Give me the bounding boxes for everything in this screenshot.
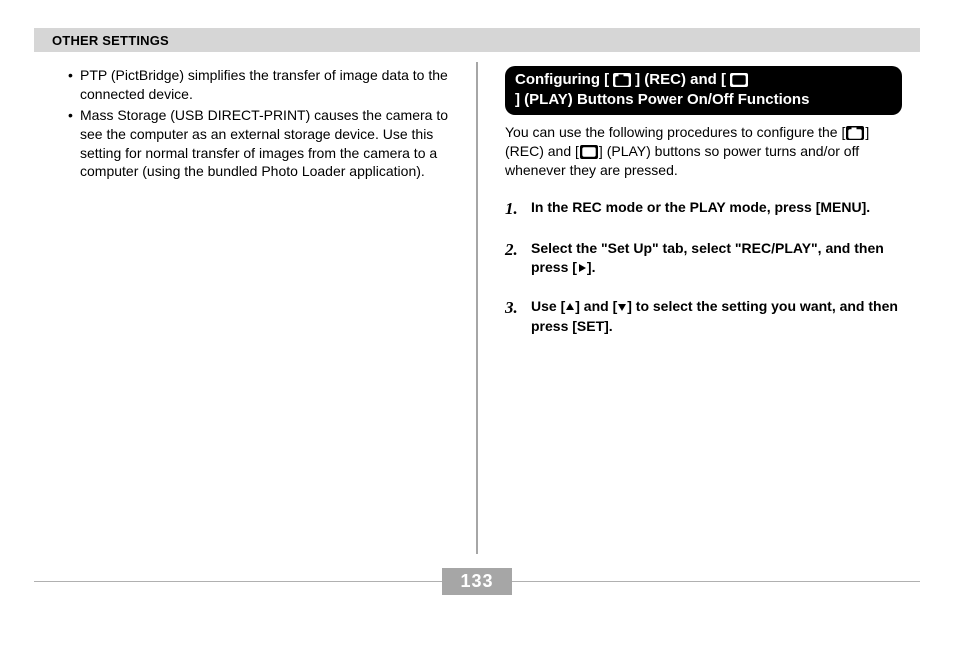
- title-text: ] (PLAY) Buttons Power On/Off Functions: [515, 90, 809, 110]
- play-icon: [730, 73, 748, 87]
- step-text: Use [] and [] to select the setting you …: [531, 297, 902, 337]
- list-item: PTP (PictBridge) simplifies the transfer…: [68, 66, 449, 104]
- step-number: 3.: [505, 297, 531, 337]
- manual-page: OTHER SETTINGS PTP (PictBridge) simplifi…: [0, 0, 954, 646]
- step-text-part: ].: [587, 259, 596, 275]
- bullet-text: Mass Storage (USB DIRECT-PRINT) causes t…: [80, 107, 448, 180]
- step-number: 1.: [505, 198, 531, 221]
- page-footer: 133: [34, 568, 920, 594]
- step-item: 2. Select the "Set Up" tab, select "REC/…: [505, 239, 902, 279]
- down-arrow-icon: [617, 298, 627, 318]
- step-item: 1. In the REC mode or the PLAY mode, pre…: [505, 198, 902, 221]
- footer-rule: [512, 581, 920, 582]
- right-arrow-icon: [577, 259, 587, 279]
- title-text: ] (REC) and [: [635, 70, 726, 90]
- intro-paragraph: You can use the following procedures to …: [505, 123, 902, 180]
- step-text-part: Use [: [531, 298, 565, 314]
- left-column: PTP (PictBridge) simplifies the transfer…: [34, 66, 477, 556]
- play-icon: [580, 145, 598, 159]
- section-header: OTHER SETTINGS: [34, 28, 920, 52]
- up-arrow-icon: [565, 298, 575, 318]
- footer-rule: [34, 581, 442, 582]
- step-text: In the REC mode or the PLAY mode, press …: [531, 198, 870, 221]
- right-column: Configuring [ ] (REC) and [ ] (PLAY) But…: [477, 66, 920, 556]
- step-list: 1. In the REC mode or the PLAY mode, pre…: [505, 198, 902, 337]
- camera-icon: [613, 73, 631, 87]
- column-divider: [476, 62, 478, 554]
- intro-text: You can use the following procedures to …: [505, 124, 845, 140]
- section-title: Configuring [ ] (REC) and [ ] (PLAY) But…: [505, 66, 902, 115]
- page-number: 133: [442, 568, 511, 595]
- step-item: 3. Use [] and [] to select the setting y…: [505, 297, 902, 337]
- two-column-layout: PTP (PictBridge) simplifies the transfer…: [34, 66, 920, 556]
- list-item: Mass Storage (USB DIRECT-PRINT) causes t…: [68, 106, 449, 182]
- step-text: Select the "Set Up" tab, select "REC/PLA…: [531, 239, 902, 279]
- bullet-text: PTP (PictBridge) simplifies the transfer…: [80, 67, 448, 102]
- title-text: Configuring [: [515, 70, 609, 90]
- step-number: 2.: [505, 239, 531, 279]
- bullet-list: PTP (PictBridge) simplifies the transfer…: [52, 66, 449, 181]
- step-text-part: ] and [: [575, 298, 617, 314]
- section-header-title: OTHER SETTINGS: [52, 33, 169, 48]
- camera-icon: [846, 126, 864, 140]
